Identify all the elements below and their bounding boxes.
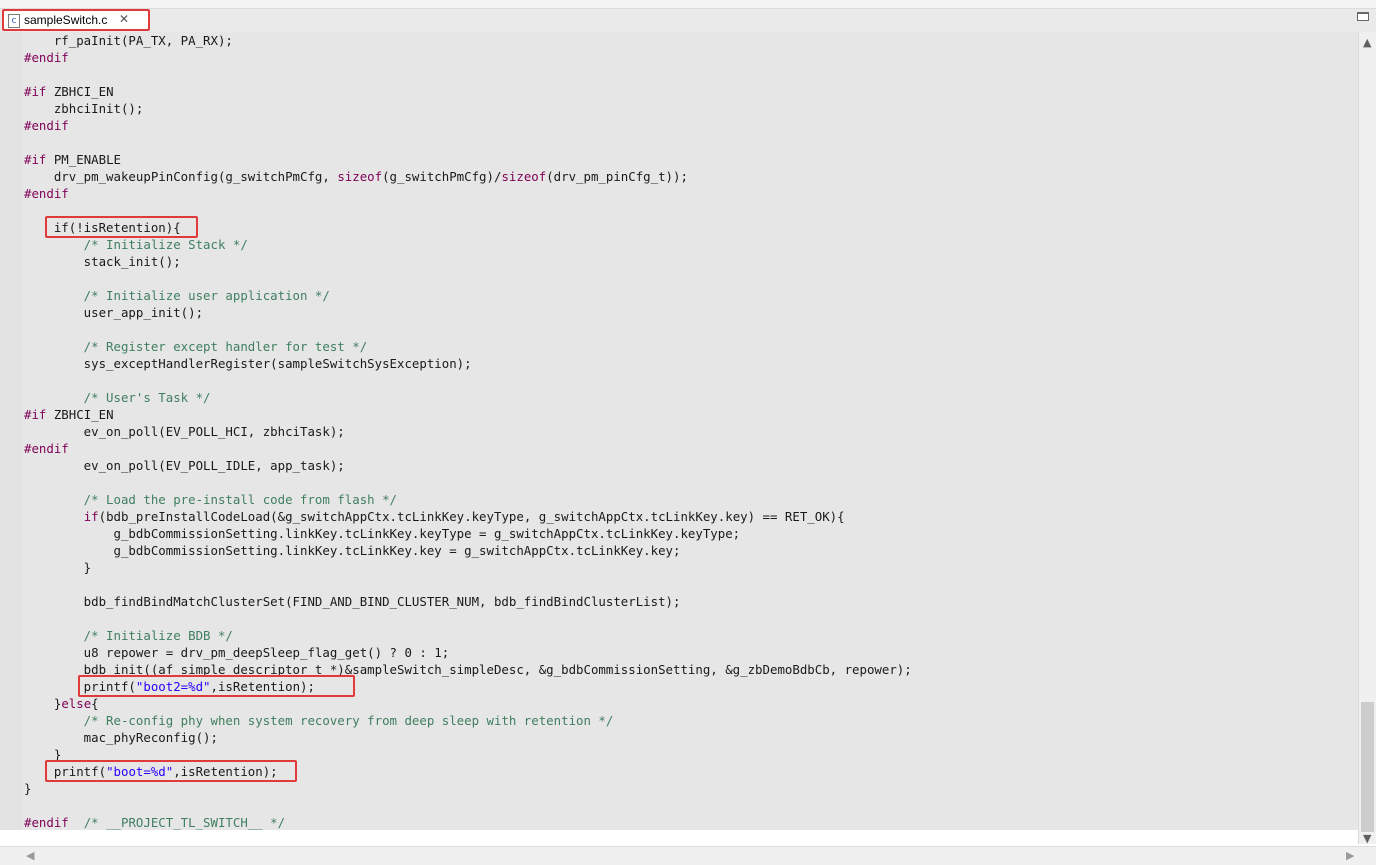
code-token: #endif: [24, 441, 69, 456]
code-token: if: [83, 509, 99, 524]
highlight-box-if-retention: [45, 216, 198, 238]
code-line: user_app_init();: [24, 304, 203, 321]
code-token: ev_on_poll(EV_POLL_HCI, zbhciTask);: [24, 424, 345, 439]
code-line: /* Initialize Stack */: [24, 236, 248, 253]
scroll-up-icon[interactable]: ▲: [1363, 36, 1371, 49]
code-token: #endif: [24, 815, 69, 830]
code-token: sizeof: [501, 169, 547, 184]
code-token: #endif: [24, 118, 69, 133]
code-token: #if: [24, 152, 47, 167]
code-line: /* Re-config phy when system recovery fr…: [24, 712, 614, 729]
tab-label: sampleSwitch.c: [24, 13, 108, 27]
code-line: drv_pm_wakeupPinConfig(g_switchPmCfg, si…: [24, 168, 688, 185]
code-token: g_bdbCommissionSetting.linkKey.tcLinkKey…: [24, 526, 741, 541]
code-token: ZBHCI_EN: [46, 84, 114, 99]
code-line: #endif /* __PROJECT_TL_SWITCH__ */: [24, 814, 285, 831]
editor-ruler: [0, 32, 22, 830]
scroll-down-icon[interactable]: ▼: [1363, 832, 1371, 845]
code-line: ev_on_poll(EV_POLL_HCI, zbhciTask);: [24, 423, 345, 440]
tab-sampleswitch-c[interactable]: c sampleSwitch.c ✕: [2, 9, 150, 31]
code-line: /* User's Task */: [24, 389, 211, 406]
code-token: rf_paInit(PA_TX, PA_RX);: [24, 33, 233, 48]
code-token: /* User's Task */: [24, 390, 211, 405]
code-line: zbhciInit();: [24, 100, 144, 117]
code-token: #if: [24, 407, 47, 422]
code-line: rf_paInit(PA_TX, PA_RX);: [24, 32, 233, 49]
code-token: {: [91, 696, 99, 711]
c-file-icon: c: [8, 14, 20, 28]
code-token: u8 repower = drv_pm_deepSleep_flag_get()…: [24, 645, 450, 660]
code-token: sizeof: [337, 169, 383, 184]
code-line: u8 repower = drv_pm_deepSleep_flag_get()…: [24, 644, 450, 661]
code-token: }: [24, 560, 92, 575]
code-line: g_bdbCommissionSetting.linkKey.tcLinkKey…: [24, 525, 741, 542]
scroll-right-icon[interactable]: ▶: [1346, 849, 1354, 862]
code-token: }: [24, 696, 62, 711]
code-token: else: [61, 696, 92, 711]
code-token: g_bdbCommissionSetting.linkKey.tcLinkKey…: [24, 543, 681, 558]
code-line: stack_init();: [24, 253, 181, 270]
code-line: g_bdbCommissionSetting.linkKey.tcLinkKey…: [24, 542, 681, 559]
code-line: #if ZBHCI_EN: [24, 406, 114, 423]
code-token: #endif: [24, 186, 69, 201]
code-token: (drv_pm_pinCfg_t));: [546, 169, 688, 184]
code-line: /* Register except handler for test */: [24, 338, 367, 355]
code-token: (bdb_preInstallCodeLoad(&g_switchAppCtx.…: [98, 509, 845, 524]
code-token: user_app_init();: [24, 305, 204, 320]
code-line: /* Initialize user application */: [24, 287, 330, 304]
code-line: /* Load the pre-install code from flash …: [24, 491, 397, 508]
maximize-icon[interactable]: [1357, 12, 1369, 21]
highlight-box-printf-boot: [45, 760, 297, 782]
code-line: mac_phyReconfig();: [24, 729, 218, 746]
code-token: /* __PROJECT_TL_SWITCH__ */: [83, 815, 286, 830]
code-token: (g_switchPmCfg)/: [382, 169, 502, 184]
code-token: ZBHCI_EN: [46, 407, 114, 422]
code-token: /* Initialize Stack */: [24, 237, 248, 252]
code-token: /* Initialize user application */: [24, 288, 330, 303]
code-line: sys_exceptHandlerRegister(sampleSwitchSy…: [24, 355, 472, 372]
vertical-scrollbar[interactable]: ▲ ▼: [1358, 32, 1376, 845]
code-line: #endif: [24, 185, 69, 202]
code-line: }: [24, 780, 31, 797]
code-token: drv_pm_wakeupPinConfig(g_switchPmCfg,: [24, 169, 338, 184]
scroll-thumb[interactable]: [1361, 702, 1374, 832]
code-token: zbhciInit();: [24, 101, 144, 116]
code-line: #endif: [24, 49, 69, 66]
close-icon[interactable]: ✕: [119, 12, 129, 26]
code-line: #if PM_ENABLE: [24, 151, 121, 168]
editor-tab-bar: c sampleSwitch.c ✕: [0, 0, 1376, 33]
code-token: /* Load the pre-install code from flash …: [24, 492, 397, 507]
code-token: /* Initialize BDB */: [24, 628, 233, 643]
code-token: /* Register except handler for test */: [24, 339, 368, 354]
scroll-left-icon[interactable]: ◀: [26, 849, 34, 862]
code-line: /* Initialize BDB */: [24, 627, 233, 644]
toolbar-strip: [0, 0, 1376, 9]
code-line: }: [24, 559, 91, 576]
highlight-box-printf-boot2: [78, 675, 355, 697]
code-token: #endif: [24, 50, 69, 65]
code-line: #endif: [24, 117, 69, 134]
code-line: if(bdb_preInstallCodeLoad(&g_switchAppCt…: [24, 508, 845, 525]
code-token: #if: [24, 84, 47, 99]
code-token: bdb_findBindMatchClusterSet(FIND_AND_BIN…: [24, 594, 681, 609]
code-token: sys_exceptHandlerRegister(sampleSwitchSy…: [24, 356, 472, 371]
code-token: stack_init();: [24, 254, 181, 269]
code-token: PM_ENABLE: [46, 152, 121, 167]
code-line: bdb_findBindMatchClusterSet(FIND_AND_BIN…: [24, 593, 681, 610]
code-token: ev_on_poll(EV_POLL_IDLE, app_task);: [24, 458, 345, 473]
code-editor[interactable]: rf_paInit(PA_TX, PA_RX); #endif #if ZBHCI_…: [0, 32, 1358, 830]
code-line: #endif: [24, 440, 69, 457]
horizontal-scrollbar[interactable]: ◀ ▶: [0, 846, 1376, 865]
code-line: }else{: [24, 695, 99, 712]
code-token: mac_phyReconfig();: [24, 730, 218, 745]
code-line: #if ZBHCI_EN: [24, 83, 114, 100]
code-line: ev_on_poll(EV_POLL_IDLE, app_task);: [24, 457, 345, 474]
code-token: }: [24, 781, 32, 796]
code-token: /* Re-config phy when system recovery fr…: [24, 713, 614, 728]
